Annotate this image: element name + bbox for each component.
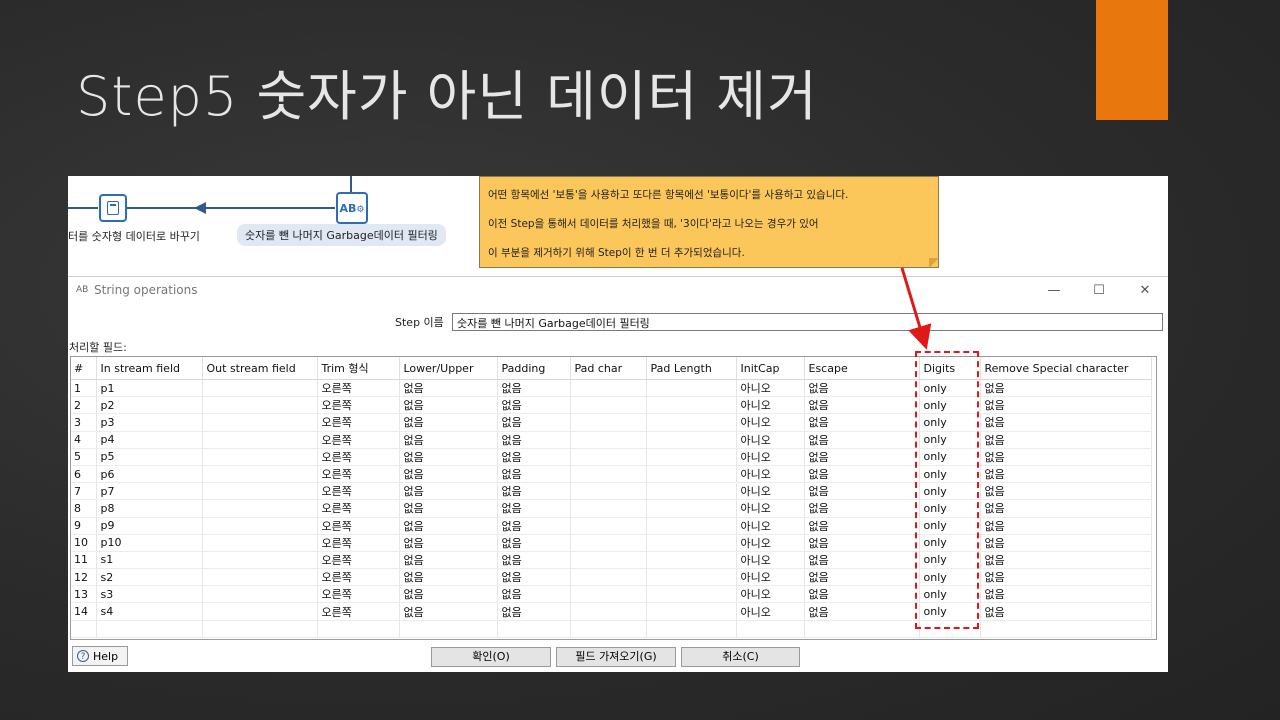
screenshot-panel: AB⚙ 터를 숫자형 데이터로 바꾸기 숫자를 뺀 나머지 Garbage데이터… (68, 176, 1168, 672)
accent-block (1096, 0, 1168, 120)
slide-title: Step5 숫자가 아닌 데이터 제거 (76, 65, 818, 128)
callout-arrow (900, 267, 932, 350)
